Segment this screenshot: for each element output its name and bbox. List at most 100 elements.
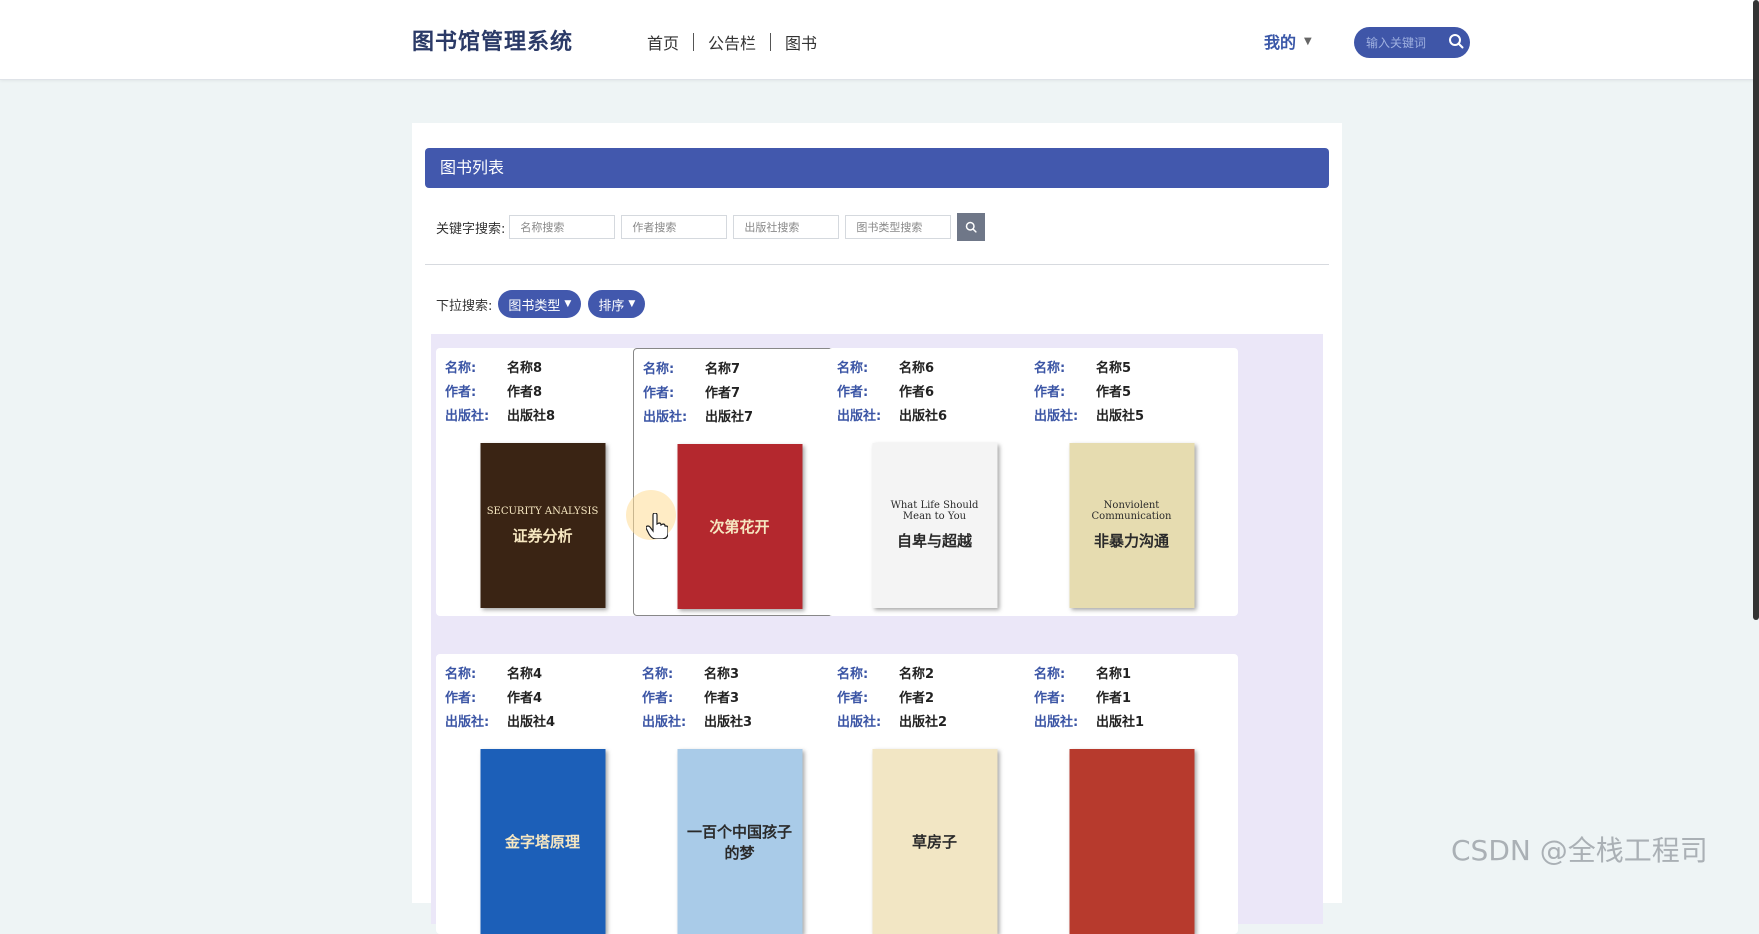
book-name-row: 名称: 名称5	[1034, 357, 1238, 381]
book-publisher: 出版社4	[507, 715, 556, 730]
nav-books[interactable]: 图书	[771, 30, 831, 54]
book-card[interactable]: 名称: 名称2 作者: 作者2 出版社: 出版社2 草房子	[828, 654, 1041, 934]
cover-title: 草房子	[911, 833, 957, 851]
book-name-label: 名称:	[445, 361, 477, 376]
book-card[interactable]: 名称: 名称6 作者: 作者6 出版社: 出版社6 What Life Should Mea…	[828, 348, 1041, 616]
book-author: 作者6	[899, 385, 935, 400]
book-publisher-row: 出版社: 出版社1	[1034, 711, 1238, 735]
book-author: 作者8	[507, 385, 543, 400]
book-author: 作者4	[507, 691, 543, 706]
book-name-label: 名称:	[445, 667, 477, 682]
sort-dropdown[interactable]: 排序 ▼	[588, 290, 646, 318]
book-cover[interactable]	[1069, 749, 1194, 934]
search-icon[interactable]	[1448, 33, 1464, 53]
book-author-label: 作者:	[837, 385, 869, 400]
nav-home[interactable]: 首页	[633, 30, 693, 54]
book-author-row: 作者: 作者1	[1034, 687, 1238, 711]
panel-title: 图书列表	[425, 148, 1329, 188]
author-search-input[interactable]	[621, 215, 728, 239]
book-card[interactable]: 名称: 名称1 作者: 作者1 出版社: 出版社1	[1025, 654, 1238, 934]
page-scrollbar[interactable]	[1753, 0, 1759, 620]
book-card[interactable]: 名称: 名称4 作者: 作者4 出版社: 出版社4 金字塔原理	[436, 654, 649, 934]
book-card[interactable]: 名称: 名称5 作者: 作者5 出版社: 出版社5 Nonviolent Communica…	[1025, 348, 1238, 616]
book-publisher-row: 出版社: 出版社2	[837, 711, 1041, 735]
book-publisher-row: 出版社: 出版社3	[642, 711, 846, 735]
book-author: 作者7	[705, 386, 741, 401]
book-name: 名称4	[507, 667, 543, 682]
book-publisher: 出版社5	[1096, 409, 1145, 424]
book-card[interactable]: 名称: 名称7 作者: 作者7 出版社: 出版社7 次第花开	[633, 348, 846, 616]
book-cover[interactable]: 一百个中国孩子的梦	[677, 749, 802, 934]
book-name-row: 名称: 名称8	[445, 357, 649, 381]
keyword-search-label: 关键字搜索:	[436, 221, 506, 237]
caret-down-icon: ▼	[628, 299, 636, 309]
cover-title: 非暴力沟通	[1093, 532, 1169, 550]
book-author-row: 作者: 作者4	[445, 687, 649, 711]
book-publisher: 出版社3	[704, 715, 753, 730]
watermark-text: CSDN @全栈工程司	[1451, 834, 1708, 867]
book-cover[interactable]: 草房子	[872, 749, 997, 934]
book-publisher-label: 出版社:	[445, 715, 490, 730]
nav-announcements[interactable]: 公告栏	[694, 30, 770, 54]
book-name-label: 名称:	[1034, 361, 1066, 376]
book-author-label: 作者:	[445, 691, 477, 706]
book-meta: 名称: 名称5 作者: 作者5 出版社: 出版社5	[1025, 348, 1238, 429]
book-name-label: 名称:	[642, 667, 674, 682]
book-publisher: 出版社8	[507, 409, 556, 424]
divider	[425, 264, 1329, 265]
name-search-input[interactable]	[509, 215, 616, 239]
book-name: 名称6	[899, 361, 935, 376]
search-icon	[966, 221, 978, 233]
book-cover[interactable]: SECURITY ANALYSIS 证券分析	[480, 443, 605, 608]
publisher-search-input[interactable]	[733, 215, 840, 239]
book-name: 名称5	[1096, 361, 1132, 376]
keyword-search-button[interactable]	[957, 213, 986, 241]
global-search-input[interactable]	[1364, 34, 1442, 51]
cover-title: 金字塔原理	[504, 833, 580, 851]
book-author-row: 作者: 作者3	[642, 687, 846, 711]
book-name: 名称8	[507, 361, 543, 376]
user-menu-dropdown[interactable]: 我的 ▼	[1264, 29, 1312, 53]
book-author-label: 作者:	[643, 386, 675, 401]
book-name-row: 名称: 名称1	[1034, 663, 1238, 687]
book-publisher-row: 出版社: 出版社8	[445, 405, 649, 429]
book-meta: 名称: 名称2 作者: 作者2 出版社: 出版社2	[828, 654, 1041, 735]
book-author-row: 作者: 作者7	[643, 382, 845, 406]
book-publisher: 出版社6	[899, 409, 948, 424]
book-publisher-row: 出版社: 出版社6	[837, 405, 1041, 429]
book-grid: 名称: 名称8 作者: 作者8 出版社: 出版社8 SECURITY ANALYSIS 证券分…	[431, 334, 1323, 934]
book-meta: 名称: 名称1 作者: 作者1 出版社: 出版社1	[1025, 654, 1238, 735]
book-publisher-label: 出版社:	[837, 409, 882, 424]
book-author-row: 作者: 作者8	[445, 381, 649, 405]
book-publisher-label: 出版社:	[445, 409, 490, 424]
book-name-label: 名称:	[837, 667, 869, 682]
book-name-label: 名称:	[837, 361, 869, 376]
book-cover[interactable]: 金字塔原理	[480, 749, 605, 934]
book-publisher: 出版社7	[705, 410, 754, 425]
cover-title: 自卑与超越	[896, 532, 972, 550]
user-menu-label: 我的	[1264, 33, 1297, 52]
type-search-input[interactable]	[845, 215, 952, 239]
book-meta: 名称: 名称7 作者: 作者7 出版社: 出版社7	[634, 349, 845, 430]
book-name-row: 名称: 名称4	[445, 663, 649, 687]
book-meta: 名称: 名称4 作者: 作者4 出版社: 出版社4	[436, 654, 649, 735]
book-publisher-row: 出版社: 出版社5	[1034, 405, 1238, 429]
book-card[interactable]: 名称: 名称8 作者: 作者8 出版社: 出版社8 SECURITY ANALYSIS 证券分…	[436, 348, 649, 616]
top-navbar: 图书馆管理系统 首页 公告栏 图书 我的 ▼	[0, 0, 1759, 80]
book-cover[interactable]: 次第花开	[677, 444, 802, 609]
caret-down-icon: ▼	[564, 299, 572, 309]
dropdown-search-label: 下拉搜索:	[436, 298, 493, 314]
cover-title: 证券分析	[512, 526, 573, 545]
book-type-dropdown[interactable]: 图书类型 ▼	[498, 290, 582, 318]
dropdown-search-row: 下拉搜索: 图书类型 ▼ 排序 ▼	[436, 290, 652, 318]
book-author-label: 作者:	[1034, 691, 1066, 706]
main-nav: 首页 公告栏 图书	[633, 30, 831, 54]
book-publisher-row: 出版社: 出版社4	[445, 711, 649, 735]
brand-title[interactable]: 图书馆管理系统	[412, 24, 573, 56]
book-cover[interactable]: Nonviolent Communication 非暴力沟通	[1069, 443, 1194, 608]
book-card[interactable]: 名称: 名称3 作者: 作者3 出版社: 出版社3 一百个中国孩子的梦	[633, 654, 846, 934]
book-cover[interactable]: What Life Should Mean to You 自卑与超越	[872, 443, 997, 608]
book-author-label: 作者:	[837, 691, 869, 706]
book-name-row: 名称: 名称3	[642, 663, 846, 687]
book-meta: 名称: 名称8 作者: 作者8 出版社: 出版社8	[436, 348, 649, 429]
